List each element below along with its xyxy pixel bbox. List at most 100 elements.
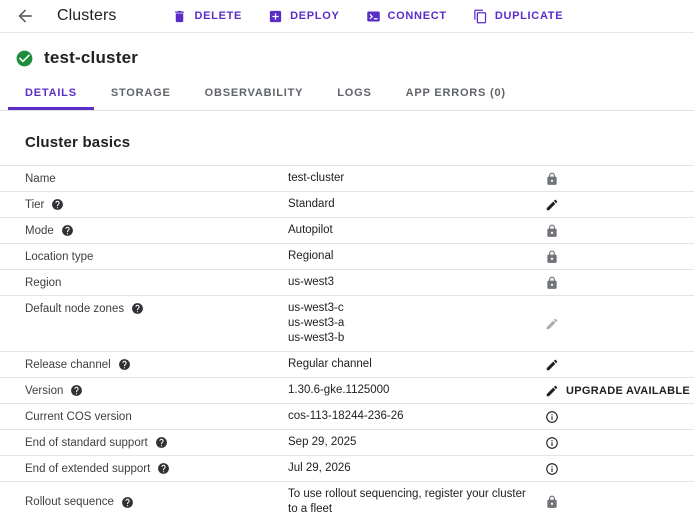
- tab-bar: DETAILS STORAGE OBSERVABILITY LOGS APP E…: [0, 79, 694, 111]
- check-circle-icon: [15, 49, 34, 68]
- info-icon[interactable]: [545, 436, 559, 450]
- row-value: Autopilot: [288, 221, 540, 240]
- tab-app-errors-0[interactable]: APP ERRORS (0): [389, 79, 523, 110]
- row-value: Regular channel: [288, 355, 540, 374]
- row-value-line: Jul 29, 2026: [288, 461, 530, 476]
- row-value-line: 1.30.6-gke.1125000: [288, 383, 530, 398]
- table-row: Rollout sequence To use rollout sequenci…: [0, 481, 694, 515]
- table-row: Location type Regional: [0, 243, 694, 269]
- duplicate-button[interactable]: DUPLICATE: [473, 9, 563, 24]
- arrow-back-icon: [15, 6, 35, 26]
- row-label: Release channel: [25, 359, 111, 371]
- row-label: Mode: [25, 225, 54, 237]
- row-label: Location type: [25, 251, 93, 263]
- row-value: Regional: [288, 247, 540, 266]
- action-button-label: DUPLICATE: [495, 10, 563, 22]
- help-icon[interactable]: [155, 436, 168, 449]
- lock-icon: [545, 250, 559, 264]
- row-label: Region: [25, 277, 61, 289]
- row-value: test-cluster: [288, 169, 540, 188]
- help-icon[interactable]: [51, 198, 64, 211]
- row-label: End of extended support: [25, 463, 150, 475]
- info-icon[interactable]: [545, 462, 559, 476]
- lock-icon: [545, 172, 559, 186]
- help-icon[interactable]: [70, 384, 83, 397]
- action-button-label: DELETE: [194, 10, 242, 22]
- help-icon[interactable]: [131, 302, 144, 315]
- cluster-header: test-cluster: [0, 33, 694, 79]
- row-value: To use rollout sequencing, register your…: [288, 485, 540, 515]
- row-value: 1.30.6-gke.1125000: [288, 381, 540, 400]
- edit-disabled-icon: [545, 317, 559, 331]
- page-title: Clusters: [57, 7, 116, 25]
- tab-storage[interactable]: STORAGE: [94, 79, 188, 110]
- tab-label: DETAILS: [25, 87, 77, 99]
- row-value: us-west3: [288, 273, 540, 292]
- row-value-line: Regional: [288, 249, 530, 264]
- row-value: us-west3-cus-west3-aus-west3-b: [288, 299, 540, 348]
- tab-logs[interactable]: LOGS: [320, 79, 388, 110]
- row-value-line: us-west3-b: [288, 331, 530, 346]
- lock-icon: [545, 224, 559, 238]
- info-icon[interactable]: [545, 410, 559, 424]
- row-value-line: us-west3-a: [288, 316, 530, 331]
- top-action-bar: Clusters DELETE DEPLOY CONNECT DUPLICATE: [0, 0, 694, 33]
- row-label: Current COS version: [25, 411, 132, 423]
- row-label: Rollout sequence: [25, 496, 114, 508]
- table-row: Release channel Regular channel: [0, 351, 694, 377]
- back-button[interactable]: [15, 6, 35, 26]
- row-value-line: cos-113-18244-236-26: [288, 409, 530, 424]
- row-value-line: To use rollout sequencing, register your…: [288, 487, 530, 515]
- edit-icon[interactable]: [545, 384, 559, 398]
- upgrade-available-label[interactable]: UPGRADE AVAILABLE: [566, 385, 690, 397]
- deploy-icon: [268, 9, 283, 24]
- tab-label: APP ERRORS (0): [406, 87, 506, 99]
- help-icon[interactable]: [118, 358, 131, 371]
- section-title: Cluster basics: [25, 134, 694, 151]
- row-label: Tier: [25, 199, 44, 211]
- row-value-line: Regular channel: [288, 357, 530, 372]
- table-row: Default node zones us-west3-cus-west3-au…: [0, 295, 694, 351]
- edit-icon[interactable]: [545, 358, 559, 372]
- connect-icon: [366, 9, 381, 24]
- table-row: Name test-cluster: [0, 165, 694, 191]
- row-value-line: us-west3-c: [288, 301, 530, 316]
- table-row: Current COS version cos-113-18244-236-26: [0, 403, 694, 429]
- tab-observability[interactable]: OBSERVABILITY: [188, 79, 321, 110]
- cluster-name: test-cluster: [44, 48, 138, 68]
- lock-icon: [545, 276, 559, 290]
- edit-icon[interactable]: [545, 198, 559, 212]
- help-icon[interactable]: [157, 462, 170, 475]
- table-row: Version 1.30.6-gke.1125000 UPGRADE AVAIL…: [0, 377, 694, 403]
- table-row: Mode Autopilot: [0, 217, 694, 243]
- deploy-button[interactable]: DEPLOY: [268, 9, 339, 24]
- row-label: End of standard support: [25, 437, 148, 449]
- duplicate-icon: [473, 9, 488, 24]
- delete-button[interactable]: DELETE: [172, 9, 242, 24]
- row-label: Default node zones: [25, 303, 124, 315]
- delete-icon: [172, 9, 187, 24]
- help-icon[interactable]: [61, 224, 74, 237]
- row-value-line: Standard: [288, 197, 530, 212]
- row-label: Version: [25, 385, 63, 397]
- row-value: Jul 29, 2026: [288, 459, 540, 478]
- row-value: Standard: [288, 195, 540, 214]
- header-actions: DELETE DEPLOY CONNECT DUPLICATE: [172, 9, 563, 24]
- tab-label: LOGS: [337, 87, 371, 99]
- row-value-line: Autopilot: [288, 223, 530, 238]
- tab-details[interactable]: DETAILS: [8, 79, 94, 110]
- cluster-basics-table: Name test-cluster Tier Standard Mode Aut…: [0, 165, 694, 515]
- action-button-label: DEPLOY: [290, 10, 339, 22]
- table-row: End of standard support Sep 29, 2025: [0, 429, 694, 455]
- tab-label: STORAGE: [111, 87, 171, 99]
- connect-button[interactable]: CONNECT: [366, 9, 447, 24]
- lock-icon: [545, 495, 559, 509]
- row-value-line: test-cluster: [288, 171, 530, 186]
- row-value: cos-113-18244-236-26: [288, 407, 540, 426]
- row-value-line: us-west3: [288, 275, 530, 290]
- tab-label: OBSERVABILITY: [205, 87, 304, 99]
- help-icon[interactable]: [121, 496, 134, 509]
- row-value: Sep 29, 2025: [288, 433, 540, 452]
- table-row: End of extended support Jul 29, 2026: [0, 455, 694, 481]
- row-label: Name: [25, 173, 56, 185]
